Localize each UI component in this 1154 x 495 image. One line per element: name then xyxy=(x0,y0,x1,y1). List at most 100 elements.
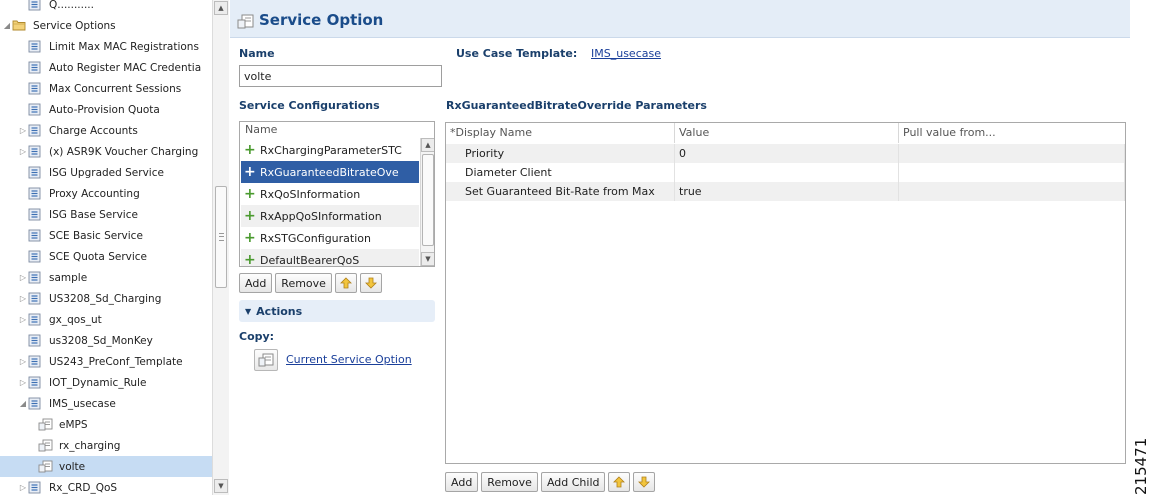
move-down-button[interactable] xyxy=(359,273,382,293)
node-icon xyxy=(28,229,42,242)
move-up-button[interactable] xyxy=(608,472,631,492)
collapsed-arrow-icon[interactable]: ▷ xyxy=(18,147,28,156)
collapsed-arrow-icon[interactable]: ▷ xyxy=(18,126,28,135)
tree-item[interactable]: ▷ sample xyxy=(0,267,212,288)
tree-item[interactable]: ▷ IOT_Dynamic_Rule xyxy=(0,372,212,393)
page-title: Service Option xyxy=(259,11,384,29)
node-icon xyxy=(28,292,42,305)
collapsed-arrow-icon[interactable]: ▷ xyxy=(18,315,28,324)
table-row[interactable]: Priority 0 xyxy=(446,144,1125,163)
column-header-pull-value[interactable]: Pull value from... xyxy=(899,123,1125,143)
option-icon xyxy=(38,418,53,431)
tree-item[interactable]: Q........... xyxy=(0,0,212,15)
move-down-button[interactable] xyxy=(633,472,656,492)
tree-item-label: eMPS xyxy=(59,418,88,431)
arrow-down-icon xyxy=(364,277,377,289)
table-cell xyxy=(899,182,1125,201)
tree-item[interactable]: ▷ Rx_CRD_QoS xyxy=(0,477,212,495)
list-item[interactable]: + RxAppQoSInformation xyxy=(241,205,419,227)
tree-item[interactable]: SCE Quota Service xyxy=(0,246,212,267)
node-icon xyxy=(28,376,42,389)
tree-item[interactable]: Proxy Accounting xyxy=(0,183,212,204)
collapsed-arrow-icon[interactable]: ▷ xyxy=(18,378,28,387)
add-config-button[interactable]: Add xyxy=(239,273,273,293)
scroll-up-icon[interactable]: ▲ xyxy=(421,138,434,152)
name-label: Name xyxy=(239,47,275,60)
navigation-tree: Q........... ◢ Service Options Limit Max MA… xyxy=(0,0,229,495)
tree-item[interactable]: ISG Upgraded Service xyxy=(0,162,212,183)
tree-item[interactable]: rx_charging xyxy=(0,435,212,456)
expanded-arrow-icon[interactable]: ◢ xyxy=(2,21,12,30)
tree-item[interactable]: Auto-Provision Quota xyxy=(0,99,212,120)
table-cell[interactable]: true xyxy=(675,182,899,201)
tree-item[interactable]: ISG Base Service xyxy=(0,204,212,225)
tree-item-label: SCE Basic Service xyxy=(49,229,143,242)
tree-item[interactable]: SCE Basic Service xyxy=(0,225,212,246)
column-header-display-name[interactable]: *Display Name xyxy=(446,123,675,143)
tree-item[interactable]: ◢ Service Options xyxy=(0,15,212,36)
list-item-label: RxChargingParameterSTC xyxy=(260,143,402,157)
scroll-thumb[interactable] xyxy=(422,154,434,246)
plus-icon: + xyxy=(244,164,256,180)
table-row[interactable]: Diameter Client xyxy=(446,163,1125,182)
table-cell[interactable]: 0 xyxy=(675,144,899,163)
actions-section-header[interactable]: ▼ Actions xyxy=(239,300,435,322)
list-item-label: RxSTGConfiguration xyxy=(260,231,371,245)
collapsed-arrow-icon[interactable]: ▷ xyxy=(18,294,28,303)
move-up-button[interactable] xyxy=(334,273,357,293)
list-item[interactable]: + RxSTGConfiguration xyxy=(241,227,419,249)
node-icon xyxy=(28,208,42,221)
remove-config-button[interactable]: Remove xyxy=(275,273,332,293)
parameters-label: RxGuaranteedBitrateOverride Parameters xyxy=(446,99,707,112)
option-icon xyxy=(38,460,53,473)
table-cell[interactable] xyxy=(675,163,899,182)
current-service-option-link[interactable]: Current Service Option xyxy=(286,353,412,366)
remove-param-button[interactable]: Remove xyxy=(481,472,538,492)
add-param-button[interactable]: Add xyxy=(445,472,479,492)
arrow-down-icon xyxy=(638,476,651,488)
tree-item[interactable]: us3208_Sd_MonKey xyxy=(0,330,212,351)
tree-item[interactable]: ▷ US3208_Sd_Charging xyxy=(0,288,212,309)
tree-item-label: IMS_usecase xyxy=(49,397,116,410)
collapsed-arrow-icon[interactable]: ▷ xyxy=(18,357,28,366)
tree-item-label: Auto-Provision Quota xyxy=(49,103,160,116)
scroll-up-icon[interactable]: ▲ xyxy=(214,1,228,15)
node-icon xyxy=(28,313,42,326)
table-cell: Set Guaranteed Bit-Rate from Max xyxy=(446,182,675,201)
name-input[interactable] xyxy=(239,65,442,87)
column-header-value[interactable]: Value xyxy=(675,123,899,143)
tree-item[interactable]: Max Concurrent Sessions xyxy=(0,78,212,99)
scroll-down-icon[interactable]: ▼ xyxy=(214,479,228,493)
parameters-table: *Display Name Value Pull value from... P… xyxy=(445,122,1126,464)
scroll-thumb[interactable] xyxy=(215,186,227,288)
list-item[interactable]: + RxGuaranteedBitrateOve xyxy=(241,161,419,183)
collapsed-arrow-icon[interactable]: ▷ xyxy=(18,483,28,492)
tree-item[interactable]: ▷ Charge Accounts xyxy=(0,120,212,141)
tree-item[interactable]: eMPS xyxy=(0,414,212,435)
tree-item[interactable]: ▷ US243_PreConf_Template xyxy=(0,351,212,372)
list-scrollbar[interactable]: ▲ ▼ xyxy=(420,138,434,266)
node-icon xyxy=(28,397,42,410)
list-item[interactable]: + RxChargingParameterSTC xyxy=(241,139,419,161)
collapsed-arrow-icon[interactable]: ▷ xyxy=(18,273,28,282)
add-child-button[interactable]: Add Child xyxy=(540,472,606,492)
tree-item-label: gx_qos_ut xyxy=(49,313,102,326)
expanded-arrow-icon[interactable]: ◢ xyxy=(18,399,28,408)
option-icon xyxy=(38,439,53,452)
tree-item[interactable]: ◢ IMS_usecase xyxy=(0,393,212,414)
tree-item[interactable]: ▷ (x) ASR9K Voucher Charging xyxy=(0,141,212,162)
tree-scrollbar[interactable]: ▲ ▼ xyxy=(212,0,229,495)
tree-item[interactable]: Auto Register MAC Credentia xyxy=(0,57,212,78)
tree-item[interactable]: volte xyxy=(0,456,212,477)
copy-service-option-button[interactable] xyxy=(254,349,278,371)
tree-item-label: Auto Register MAC Credentia xyxy=(49,61,202,74)
list-item[interactable]: + DefaultBearerQoS xyxy=(241,249,419,266)
tree-item[interactable]: ▷ gx_qos_ut xyxy=(0,309,212,330)
table-row[interactable]: Set Guaranteed Bit-Rate from Max true xyxy=(446,182,1125,201)
use-case-template-link[interactable]: IMS_usecase xyxy=(591,47,661,60)
table-cell xyxy=(899,163,1125,182)
tree-item[interactable]: Limit Max MAC Registrations xyxy=(0,36,212,57)
scroll-down-icon[interactable]: ▼ xyxy=(421,252,434,266)
list-item[interactable]: + RxQoSInformation xyxy=(241,183,419,205)
tree-item-label: Max Concurrent Sessions xyxy=(49,82,182,95)
